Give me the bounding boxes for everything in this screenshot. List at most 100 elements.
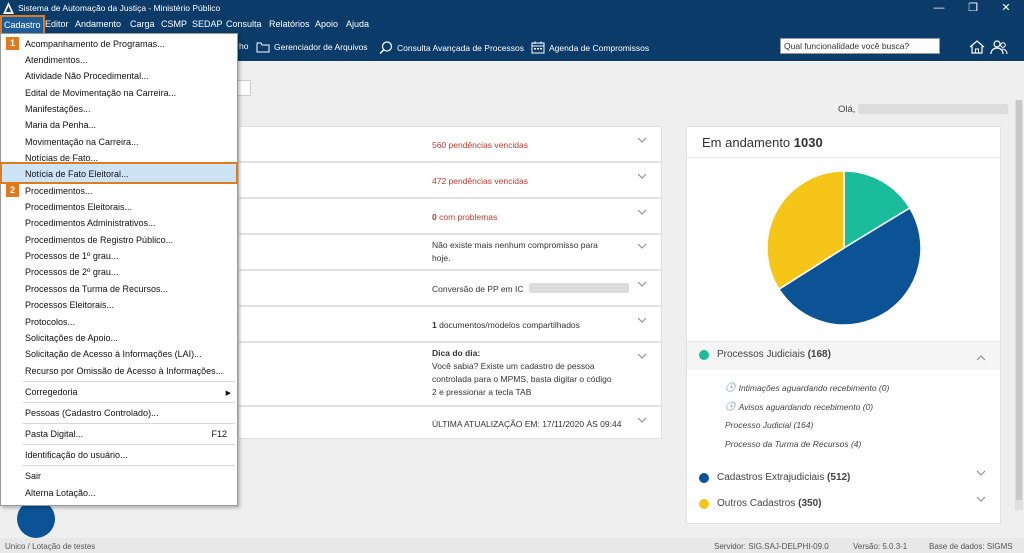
chevron-down-icon[interactable] xyxy=(637,243,647,250)
legend-dot xyxy=(699,498,709,509)
status-server: Servidor: SIG.SAJ-DELPHI-09.0 xyxy=(714,542,829,551)
card-pending-1[interactable]: 560 pendências vencidas xyxy=(238,126,662,162)
menu-sedap[interactable]: SEDAP xyxy=(192,19,223,29)
menu-relatorios[interactable]: Relatórios xyxy=(269,19,310,29)
legend-outros[interactable]: Outros Cadastros (350) xyxy=(699,498,822,509)
menu-item-manifestacoes[interactable]: Manifestações... xyxy=(25,104,91,114)
card-last-update[interactable]: ÚLTIMA ATUALIZAÇÃO EM: 17/11/2020 ÀS 09:… xyxy=(238,406,662,439)
chevron-up-icon[interactable] xyxy=(976,354,986,361)
chevron-down-icon[interactable] xyxy=(637,417,647,424)
menu-consulta[interactable]: Consulta xyxy=(226,19,262,29)
subitem-avisos-label: Avisos aguardando recebimento (0) xyxy=(738,401,874,412)
menu-item-solicitacoes-apoio[interactable]: Solicitações de Apoio... xyxy=(25,333,118,343)
panel-title: Em andamento 1030 xyxy=(702,135,823,150)
menu-editor[interactable]: Editor xyxy=(45,19,69,29)
card-pending-2[interactable]: 472 pendências vencidas xyxy=(238,162,662,198)
menu-item-solicitacao-lai[interactable]: Solicitação de Acesso à Informações (LAI… xyxy=(25,349,202,359)
menu-carga[interactable]: Carga xyxy=(130,19,155,29)
chevron-down-icon[interactable] xyxy=(637,209,647,216)
greeting: Olá, xyxy=(838,104,856,115)
subitem-processo-judicial[interactable]: Processo Judicial (164) xyxy=(725,420,813,430)
menu-item-alterna-lotacao[interactable]: Alterna Lotação... xyxy=(25,488,96,498)
menu-item-procedimentos[interactable]: Procedimentos... xyxy=(25,186,93,196)
menu-item-pessoas[interactable]: Pessoas (Cadastro Controlado)... xyxy=(25,408,159,418)
chevron-down-icon[interactable] xyxy=(976,496,986,503)
menu-item-corregedoria[interactable]: Corregedoria xyxy=(25,387,78,397)
menu-item-processos-1-grau[interactable]: Processos de 1º grau... xyxy=(25,251,118,261)
card-8-text: ÚLTIMA ATUALIZAÇÃO EM: 17/11/2020 ÀS 09:… xyxy=(432,419,622,429)
step-badge-2: 2 xyxy=(6,184,19,197)
menu-ajuda[interactable]: Ajuda xyxy=(346,19,369,29)
clock-icon: 🕓 xyxy=(725,401,736,411)
cadastro-dropdown-menu: 1 2 Acompanhamento de Programas... Atend… xyxy=(0,33,238,506)
users-icon[interactable] xyxy=(990,38,1008,56)
card-shared-docs[interactable]: 1 documentos/modelos compartilhados xyxy=(238,306,662,342)
subitem-intimacoes[interactable]: 🕓 Intimações aguardando recebimento (0) xyxy=(725,382,889,393)
menu-item-edital-movimentacao[interactable]: Edital de Movimentação na Carreira... xyxy=(25,88,176,98)
menu-item-recurso-omissao[interactable]: Recurso por Omissão de Acesso à Informaç… xyxy=(25,366,223,376)
subitem-turma-recursos[interactable]: Processo da Turma de Recursos (4) xyxy=(725,439,861,449)
toolbar-item-partial[interactable]: ho xyxy=(239,41,248,51)
chevron-down-icon[interactable] xyxy=(637,173,647,180)
menu-item-atendimentos[interactable]: Atendimentos... xyxy=(25,55,88,65)
scrollbar-thumb[interactable] xyxy=(1016,100,1022,500)
home-icon[interactable] xyxy=(968,38,986,56)
legend-extrajudicial[interactable]: Cadastros Extrajudiciais (512) xyxy=(699,472,850,483)
submenu-arrow-icon: ▶ xyxy=(225,390,231,397)
card-problems[interactable]: 0 com problemas xyxy=(238,198,662,234)
legend-extrajudicial-text: Cadastros Extrajudiciais (512) xyxy=(717,472,851,483)
menu-andamento[interactable]: Andamento xyxy=(75,19,121,29)
menu-item-procedimentos-eleitorais[interactable]: Procedimentos Eleitorais... xyxy=(25,202,132,212)
menu-item-identificacao-usuario[interactable]: Identificação do usuário... xyxy=(25,450,128,460)
menu-item-processos-2-grau[interactable]: Processos de 2º grau... xyxy=(25,267,118,277)
card-6-label: documentos/modelos compartilhados xyxy=(436,320,580,330)
chevron-down-icon[interactable] xyxy=(637,137,647,144)
menu-item-noticias-de-fato[interactable]: Notícias de Fato... xyxy=(25,153,98,163)
chevron-down-icon[interactable] xyxy=(976,470,986,477)
menu-item-procedimentos-registro-publico[interactable]: Procedimentos de Registro Público... xyxy=(25,235,173,245)
card-conversion[interactable]: Conversão de PP em IC xyxy=(238,270,662,306)
vertical-scrollbar[interactable] xyxy=(1015,100,1023,510)
menu-apoio[interactable]: Apoio xyxy=(315,19,338,29)
menu-item-atividade-nao-procedimental[interactable]: Atividade Não Procedimental... xyxy=(25,71,149,81)
card-4-line-1: Não existe mais nenhum compromisso para xyxy=(432,240,598,250)
menu-item-sair[interactable]: Sair xyxy=(25,471,41,481)
chevron-down-icon[interactable] xyxy=(637,281,647,288)
menu-item-processos-turma-recursos[interactable]: Processos da Turma de Recursos... xyxy=(25,284,168,294)
menu-cadastro[interactable]: Cadastro xyxy=(0,15,45,35)
tip-line-3: 2 e pressionar a tecla TAB xyxy=(432,387,532,397)
card-appointments[interactable]: Não existe mais nenhum compromisso para h… xyxy=(238,234,662,270)
menu-item-maria-da-penha[interactable]: Maria da Penha... xyxy=(25,120,96,130)
agenda-button[interactable]: Agenda de Compromissos xyxy=(531,41,649,54)
card-2-text: 472 pendências vencidas xyxy=(432,175,528,188)
menu-item-procedimentos-administrativos[interactable]: Procedimentos Administrativos... xyxy=(25,218,156,228)
menu-csmp[interactable]: CSMP xyxy=(161,19,187,29)
title-bar: Sistema de Automação da Justiça - Minist… xyxy=(0,0,1024,17)
menu-item-acompanhamento-programas[interactable]: Acompanhamento de Programas... xyxy=(25,39,165,49)
date-input[interactable] xyxy=(237,80,251,96)
legend-judicial[interactable]: Processos Judiciais (168) xyxy=(699,349,831,360)
legend-outros-text: Outros Cadastros (350) xyxy=(717,498,822,509)
subitem-avisos[interactable]: 🕓 Avisos aguardando recebimento (0) xyxy=(725,401,873,412)
card-tip-of-day[interactable]: Dica do dia: Você sabia? Existe um cadas… xyxy=(238,342,662,406)
menu-separator xyxy=(23,381,235,382)
maximize-button[interactable]: ❐ xyxy=(957,0,989,17)
card-1-number: 560 xyxy=(432,140,447,150)
menu-item-processos-eleitorais[interactable]: Processos Eleitorais... xyxy=(25,300,114,310)
file-manager-button[interactable]: Gerenciador de Arquivos xyxy=(256,41,368,53)
chevron-down-icon[interactable] xyxy=(637,353,647,360)
card-3-text: 0 com problemas xyxy=(432,211,497,224)
menu-item-protocolos[interactable]: Protocolos... xyxy=(25,317,75,327)
menu-item-movimentacao-carreira[interactable]: Movimentação na Carreira... xyxy=(25,137,139,147)
advanced-search-button[interactable]: Consulta Avançada de Processos xyxy=(379,41,524,54)
minimize-button[interactable]: — xyxy=(923,0,955,17)
chevron-down-icon[interactable] xyxy=(637,317,647,324)
card-4-text: Não existe mais nenhum compromisso para h… xyxy=(432,239,598,265)
menu-item-pasta-digital[interactable]: Pasta Digital... xyxy=(25,429,83,439)
feature-search-input[interactable]: Qual funcionalidade você busca? xyxy=(780,38,940,54)
legend-judicial-text: Processos Judiciais (168) xyxy=(717,349,831,360)
menu-item-noticia-fato-eleitoral[interactable]: Notícia de Fato Eleitoral... xyxy=(25,169,129,179)
card-7-text: Dica do dia: Você sabia? Existe um cadas… xyxy=(432,347,612,399)
card-4-line-2: hoje. xyxy=(432,253,451,263)
close-button[interactable]: ✕ xyxy=(990,0,1022,17)
